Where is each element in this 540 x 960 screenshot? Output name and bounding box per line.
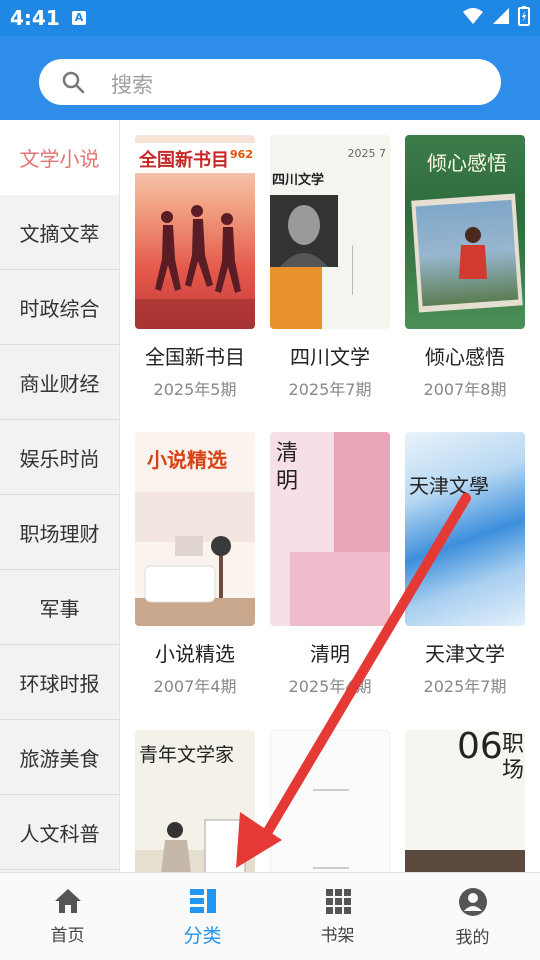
magazine-cover[interactable] xyxy=(270,730,390,872)
magazine-cover[interactable]: 清明 xyxy=(270,432,390,626)
sidebar-item-career[interactable]: 职场理财 xyxy=(0,495,119,570)
status-bar: 4:41 A xyxy=(0,0,540,36)
magazine-card[interactable] xyxy=(270,730,390,872)
magazine-card[interactable]: 倾心感悟 倾心感悟 2007年8期 xyxy=(405,135,525,400)
search-icon xyxy=(62,71,85,94)
magazine-issue: 2007年4期 xyxy=(153,677,237,696)
nav-profile-label: 我的 xyxy=(455,928,490,948)
magazine-card[interactable]: 06 职场 xyxy=(405,730,525,872)
runners-illustration xyxy=(135,205,255,329)
cover-title: 倾心感悟 xyxy=(427,151,507,175)
magazine-issue: 2025年7期 xyxy=(423,677,507,696)
magazine-title: 天津文学 xyxy=(425,642,505,666)
figures-illustration xyxy=(135,819,255,872)
magazine-title: 四川文学 xyxy=(290,345,370,369)
status-icons xyxy=(462,6,530,26)
cover-title: 四川文学 xyxy=(272,173,325,188)
wifi-icon xyxy=(463,8,483,24)
magazine-card[interactable]: 天津文學 天津文学 2025年7期 xyxy=(405,432,525,697)
nav-category[interactable]: 分类 xyxy=(135,873,270,960)
magazine-title: 清明 xyxy=(310,642,350,666)
signal-icon xyxy=(493,8,509,24)
magazine-card[interactable]: 小说精选 小说精选 2007年4期 xyxy=(135,432,255,697)
sidebar-item-politics[interactable]: 时政综合 xyxy=(0,270,119,345)
sidebar-item-global-times[interactable]: 环球时报 xyxy=(0,645,119,720)
magazine-title: 小说精选 xyxy=(155,642,235,666)
sidebar-item-entertainment[interactable]: 娱乐时尚 xyxy=(0,420,119,495)
magazine-grid: 全国新书目 962 全国新书目 2025年5期 四川文学 2025 7 四川文学… xyxy=(120,120,540,872)
category-sidebar: 文学小说 文摘文萃 时政综合 商业财经 娱乐时尚 职场理财 军事 环球时报 旅游… xyxy=(0,120,120,872)
battery-icon xyxy=(518,6,530,26)
sidebar-item-humanities[interactable]: 人文科普 xyxy=(0,795,119,870)
sidebar-item-business[interactable]: 商业财经 xyxy=(0,345,119,420)
magazine-card[interactable]: 青年文学家 xyxy=(135,730,255,872)
magazine-cover[interactable]: 小说精选 xyxy=(135,432,255,626)
cover-title: 天津文學 xyxy=(409,474,489,498)
magazine-issue: 2007年8期 xyxy=(423,380,507,399)
magazine-title: 全国新书目 xyxy=(145,345,245,369)
magazine-cover[interactable]: 全国新书目 962 xyxy=(135,135,255,329)
sidebar-item-military[interactable]: 军事 xyxy=(0,570,119,645)
nav-home-label: 首页 xyxy=(50,926,85,946)
search-bar[interactable]: 搜索 xyxy=(39,59,501,105)
magazine-cover[interactable]: 倾心感悟 xyxy=(405,135,525,329)
cover-title: 清明 xyxy=(276,441,299,494)
nav-profile[interactable]: 我的 xyxy=(405,873,540,960)
magazine-cover[interactable]: 青年文学家 xyxy=(135,730,255,872)
magazine-issue: 2025年7期 xyxy=(288,380,372,399)
grid-icon xyxy=(325,889,351,914)
magazine-card[interactable]: 全国新书目 962 全国新书目 2025年5期 xyxy=(135,135,255,400)
cover-title: 青年文学家 xyxy=(139,744,235,766)
nav-bookshelf-label: 书架 xyxy=(320,926,355,946)
nav-bookshelf[interactable]: 书架 xyxy=(270,873,405,960)
nav-home[interactable]: 首页 xyxy=(0,873,135,960)
person-icon xyxy=(458,888,487,916)
cover-number: 2025 7 xyxy=(347,147,387,160)
living-room-illustration xyxy=(135,536,255,626)
magazine-title: 倾心感悟 xyxy=(425,345,505,369)
magazine-issue: 2025年5期 xyxy=(153,380,237,399)
cover-number: 06 xyxy=(457,730,503,767)
magazine-card[interactable]: 清明 清明 2025年4期 xyxy=(270,432,390,697)
sidebar-item-digest[interactable]: 文摘文萃 xyxy=(0,195,119,270)
person-illustration xyxy=(459,227,487,279)
cover-title: 小说精选 xyxy=(147,448,227,472)
sidebar-item-literature[interactable]: 文学小说 xyxy=(0,120,119,195)
nav-category-label: 分类 xyxy=(183,925,222,947)
cover-title: 职场 xyxy=(501,732,524,783)
cover-title: 全国新书目 xyxy=(139,150,229,171)
category-icon xyxy=(189,889,216,913)
status-time: 4:41 xyxy=(10,6,60,30)
magazine-cover[interactable]: 06 职场 xyxy=(405,730,525,872)
magazine-issue: 2025年4期 xyxy=(288,677,372,696)
magazine-cover[interactable]: 四川文学 2025 7 xyxy=(270,135,390,329)
cover-number: 962 xyxy=(230,148,253,161)
magazine-card[interactable]: 四川文学 2025 7 四川文学 2025年7期 xyxy=(270,135,390,400)
search-input[interactable]: 搜索 xyxy=(111,69,153,99)
sidebar-item-travel-food[interactable]: 旅游美食 xyxy=(0,720,119,795)
app-header: 搜索 xyxy=(0,36,540,120)
portrait-illustration xyxy=(280,205,328,267)
notification-icon: A xyxy=(72,11,86,25)
bottom-navigation: 首页 分类 书架 我的 xyxy=(0,872,540,960)
home-icon xyxy=(54,889,81,913)
magazine-cover[interactable]: 天津文學 xyxy=(405,432,525,626)
